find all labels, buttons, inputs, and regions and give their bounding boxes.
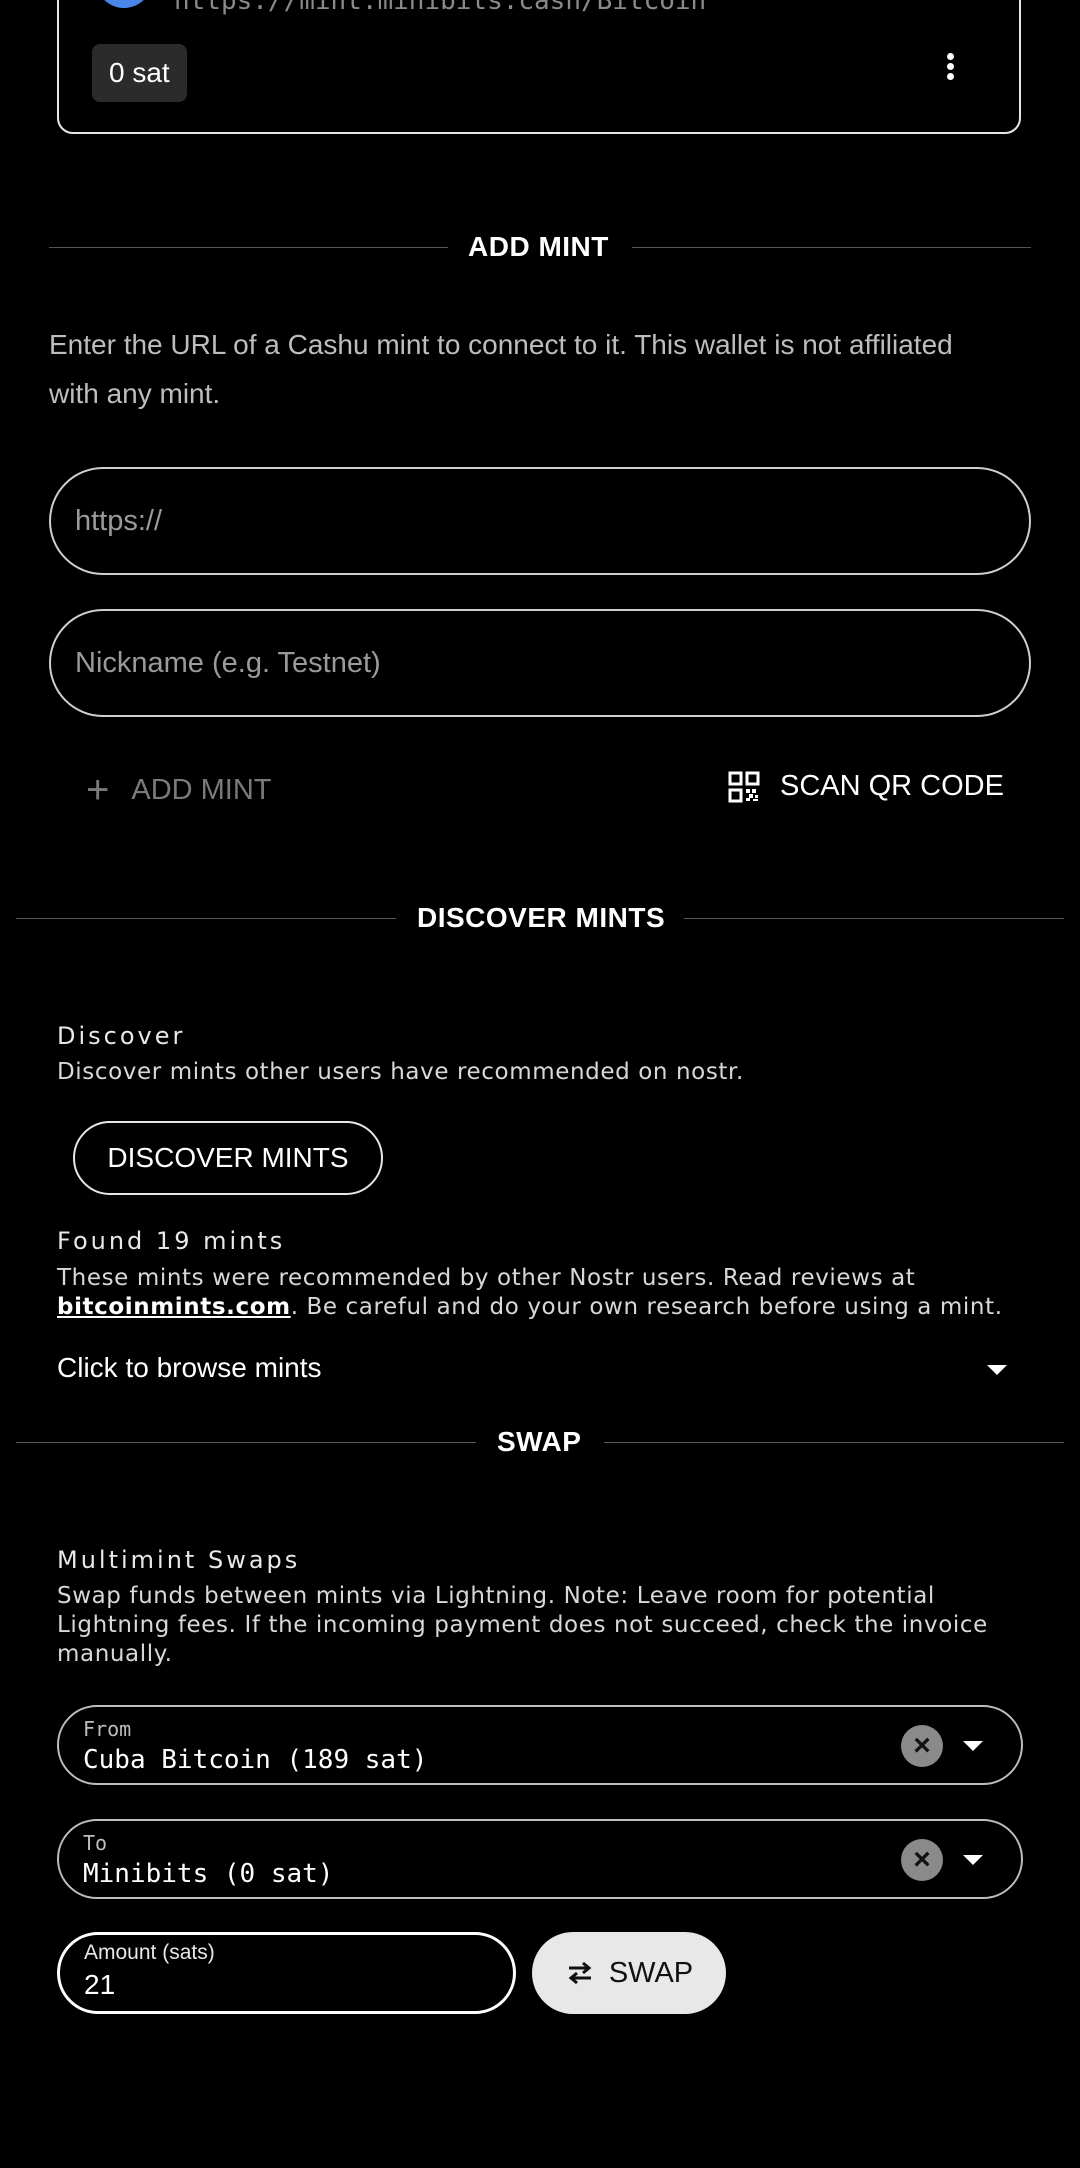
bitcoinmints-link[interactable]: bitcoinmints.com — [57, 1294, 291, 1320]
mint-balance-chip: 0 sat — [92, 44, 187, 102]
to-value: Minibits (0 sat) — [83, 1859, 334, 1889]
divider-line — [604, 1442, 1064, 1443]
found-mints-text: These mints were recommended by other No… — [57, 1264, 1037, 1322]
chevron-down-icon[interactable] — [963, 1741, 983, 1751]
divider-line — [684, 918, 1064, 919]
more-options-icon[interactable] — [932, 50, 968, 86]
clear-icon[interactable]: × — [901, 1725, 943, 1767]
found-mints-heading: Found 19 mints — [57, 1227, 286, 1255]
add-mint-button[interactable]: + ADD MINT — [86, 770, 272, 810]
swap-arrows-icon — [568, 1961, 592, 1985]
scan-qr-button[interactable]: SCAN QR CODE — [728, 770, 1004, 803]
discover-mints-button[interactable]: DISCOVER MINTS — [73, 1121, 383, 1195]
swap-button[interactable]: SWAP — [532, 1932, 726, 2014]
mint-card[interactable] — [57, 0, 1021, 134]
browse-mints-expander[interactable]: Click to browse mints — [57, 1352, 1017, 1384]
browse-mints-label: Click to browse mints — [57, 1352, 322, 1383]
amount-value[interactable]: 21 — [84, 1969, 115, 2001]
add-mint-button-label: ADD MINT — [131, 773, 272, 806]
discover-heading: Discover — [57, 1022, 186, 1050]
add-mint-description: Enter the URL of a Cashu mint to connect… — [49, 329, 953, 409]
divider-line — [16, 1442, 476, 1443]
qr-code-icon — [728, 771, 760, 802]
divider-line — [49, 247, 448, 248]
scan-qr-button-label: SCAN QR CODE — [780, 770, 1004, 802]
mint-url-input[interactable] — [49, 467, 1031, 575]
divider-line — [16, 918, 396, 919]
discover-section-title: DISCOVER MINTS — [417, 902, 666, 933]
chevron-down-icon[interactable] — [963, 1855, 983, 1865]
swap-description: Swap funds between mints via Lightning. … — [57, 1583, 988, 1667]
to-label: To — [83, 1831, 108, 1855]
plus-icon: + — [86, 768, 110, 812]
amount-label: Amount (sats) — [84, 1941, 215, 1964]
clear-icon[interactable]: × — [901, 1839, 943, 1881]
swap-section-title: SWAP — [497, 1426, 582, 1457]
divider-line — [632, 247, 1031, 248]
from-label: From — [83, 1717, 132, 1741]
add-mint-section-title: ADD MINT — [468, 231, 609, 262]
found-mints-text-after: . Be careful and do your own research be… — [290, 1294, 1003, 1320]
swap-to-select[interactable]: To Minibits (0 sat) × — [57, 1819, 1023, 1899]
from-value: Cuba Bitcoin (189 sat) — [83, 1745, 428, 1775]
swap-amount-input[interactable]: Amount (sats) 21 — [57, 1932, 516, 2014]
mint-url: https://mint.minibits.cash/Bitcoin — [174, 0, 707, 16]
found-mints-text-before: These mints were recommended by other No… — [57, 1265, 916, 1291]
chevron-down-icon — [987, 1365, 1007, 1375]
swap-from-select[interactable]: From Cuba Bitcoin (189 sat) × — [57, 1705, 1023, 1785]
swap-button-label: SWAP — [608, 1956, 694, 1989]
discover-subtitle: Discover mints other users have recommen… — [57, 1059, 744, 1085]
mint-nickname-input[interactable] — [49, 609, 1031, 717]
multimint-swaps-heading: Multimint Swaps — [57, 1546, 301, 1574]
